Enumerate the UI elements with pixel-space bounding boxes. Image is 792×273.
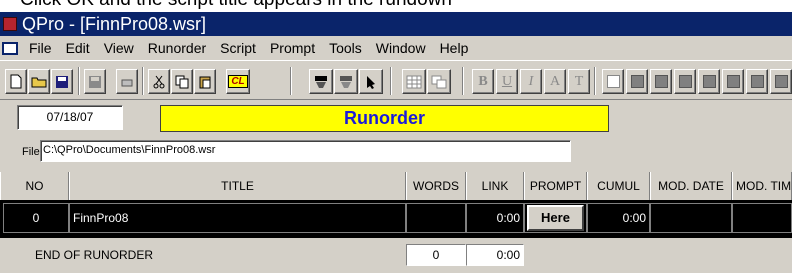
print-icon <box>121 79 133 86</box>
square-grey-icon <box>774 75 788 88</box>
folder-open-icon <box>31 77 46 88</box>
column-header-prompt[interactable]: PROMPT <box>524 172 587 200</box>
column-header-mod-time[interactable]: MOD. TIM <box>732 172 792 200</box>
prompt-here-button[interactable]: Here <box>527 205 584 231</box>
underline-button[interactable]: U <box>496 69 518 94</box>
square-grey-icon <box>654 75 668 88</box>
save-button[interactable] <box>51 69 73 94</box>
style-box-7-button[interactable] <box>770 69 792 94</box>
font-button[interactable]: A <box>544 69 566 94</box>
prompter-grey-button[interactable] <box>334 69 358 94</box>
prompter-icon <box>315 75 327 88</box>
pointer-button[interactable] <box>359 69 383 94</box>
list-view-button[interactable] <box>427 69 451 94</box>
square-grey-icon <box>630 75 644 88</box>
cl-button[interactable]: CL <box>226 69 250 94</box>
print-button[interactable] <box>116 69 138 94</box>
paste-button[interactable] <box>194 69 216 94</box>
style-box-3-button[interactable] <box>674 69 696 94</box>
column-header-words[interactable]: WORDS <box>406 172 466 200</box>
menu-edit[interactable]: Edit <box>59 40 97 56</box>
cl-label: CL <box>228 75 248 88</box>
italic-button[interactable]: I <box>520 69 542 94</box>
square-grey-icon <box>726 75 740 88</box>
menu-help[interactable]: Help <box>433 40 476 56</box>
tutorial-caption: Click OK and the script title appears in… <box>0 0 792 12</box>
bold-button[interactable]: B <box>472 69 494 94</box>
menu-runorder[interactable]: Runorder <box>141 40 213 56</box>
open-folder-button[interactable] <box>28 69 50 94</box>
column-header-no[interactable]: NO <box>0 172 69 200</box>
copy-button[interactable] <box>171 69 193 94</box>
save-all-button[interactable] <box>84 69 106 94</box>
style-box-2-button[interactable] <box>650 69 672 94</box>
square-white-icon <box>606 75 620 88</box>
column-header-mod-date[interactable]: MOD. DATE <box>650 172 732 200</box>
row-cumul-cell[interactable]: 0:00 <box>587 203 650 233</box>
window-title: QPro - [FinnPro08.wsr] <box>22 14 207 34</box>
file-path-field[interactable]: C:\QPro\Documents\FinnPro08.wsr <box>40 140 571 162</box>
scissors-icon <box>153 75 165 88</box>
new-file-icon <box>10 74 22 89</box>
prompter-button[interactable] <box>309 69 333 94</box>
row-mod-date-cell[interactable] <box>650 203 732 233</box>
square-grey-icon <box>750 75 764 88</box>
cut-button[interactable] <box>148 69 170 94</box>
menu-view[interactable]: View <box>97 40 141 56</box>
row-mod-time-cell[interactable] <box>732 203 792 233</box>
style-box-white-button[interactable] <box>602 69 624 94</box>
menu-window[interactable]: Window <box>369 40 433 56</box>
menu-prompt[interactable]: Prompt <box>263 40 322 56</box>
floppy-disk-grey-icon <box>89 75 101 88</box>
menu-tools[interactable]: Tools <box>322 40 369 56</box>
square-grey-icon <box>678 75 692 88</box>
row-words-cell[interactable] <box>406 203 466 233</box>
copy-icon <box>175 75 189 88</box>
runorder-panel: 07/18/07 Runorder File: C:\QPro\Document… <box>0 100 792 273</box>
list-icon <box>431 75 447 88</box>
new-file-button[interactable] <box>5 69 27 94</box>
square-grey-icon <box>702 75 716 88</box>
style-box-1-button[interactable] <box>626 69 648 94</box>
date-field[interactable]: 07/18/07 <box>17 105 123 130</box>
style-box-4-button[interactable] <box>698 69 720 94</box>
column-header-cumul[interactable]: CUMUL <box>587 172 650 200</box>
clipboard-icon <box>199 76 211 88</box>
footer-link-total: 0:00 <box>466 244 524 266</box>
menu-file[interactable]: File <box>22 40 59 56</box>
row-link-cell[interactable]: 0:00 <box>466 203 524 233</box>
prompter-grey-icon <box>340 75 352 88</box>
pointer-icon <box>367 75 375 89</box>
window-titlebar[interactable]: QPro - [FinnPro08.wsr] <box>0 12 792 36</box>
column-header-title[interactable]: TITLE <box>69 172 406 200</box>
style-box-5-button[interactable] <box>722 69 744 94</box>
app-icon[interactable] <box>3 17 17 31</box>
column-header-link[interactable]: LINK <box>466 172 524 200</box>
menu-script[interactable]: Script <box>213 40 263 56</box>
font-size-button[interactable]: T <box>568 69 590 94</box>
end-of-runorder-label: END OF RUNORDER <box>35 248 154 262</box>
runorder-title: Runorder <box>160 105 609 132</box>
style-box-6-button[interactable] <box>746 69 768 94</box>
caption-text: Click OK and the script title appears in… <box>20 0 452 11</box>
grid-view-button[interactable] <box>402 69 426 94</box>
floppy-disk-icon <box>56 75 68 88</box>
footer-words-total: 0 <box>406 244 466 266</box>
row-title-cell[interactable]: FinnPro08 <box>69 203 406 233</box>
grid-icon <box>406 75 422 88</box>
row-no-cell[interactable]: 0 <box>3 203 69 233</box>
menu-bar: File Edit View Runorder Script Prompt To… <box>0 36 792 60</box>
document-icon[interactable] <box>2 41 18 55</box>
toolbar: CL B U I A T <box>0 60 792 100</box>
